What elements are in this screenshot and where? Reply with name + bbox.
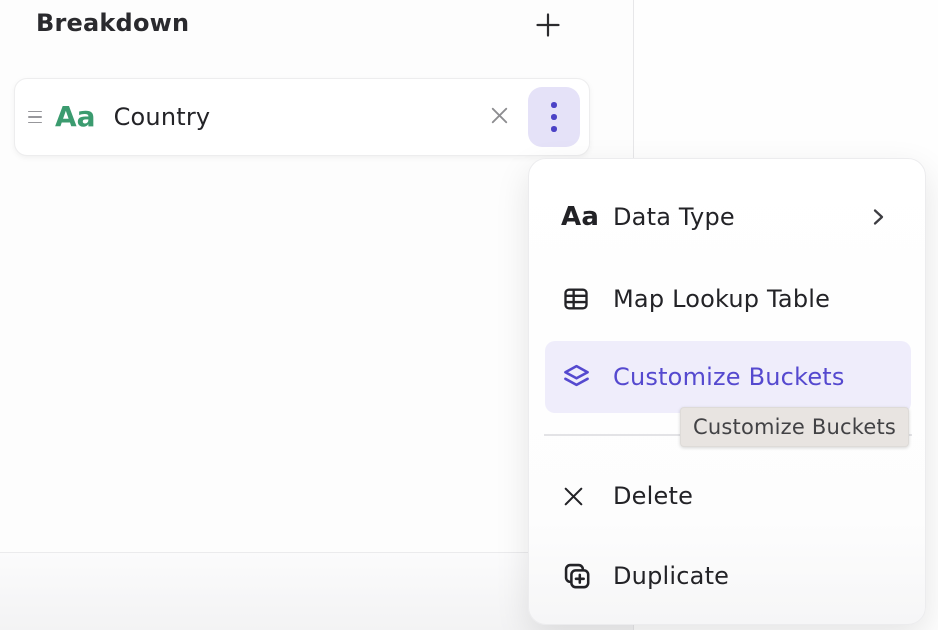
page-title: Breakdown [36, 9, 189, 37]
menu-item-data-type[interactable]: Aa Data Type [545, 191, 911, 243]
chevron-right-icon [872, 206, 885, 228]
add-breakdown-button[interactable] [531, 9, 565, 43]
menu-item-duplicate[interactable]: Duplicate [545, 550, 911, 602]
tooltip: Customize Buckets [680, 407, 909, 447]
menu-item-map-lookup-table[interactable]: Map Lookup Table [545, 273, 911, 325]
app-root: Breakdown Aa Country Aa [0, 0, 938, 630]
field-menu-button[interactable] [528, 87, 580, 147]
menu-item-customize-buckets[interactable]: Customize Buckets [545, 341, 911, 413]
text-type-icon: Aa [561, 204, 595, 230]
field-name: Country [114, 103, 211, 131]
text-type-icon: Aa [55, 103, 96, 131]
tooltip-text: Customize Buckets [693, 415, 896, 439]
close-icon [486, 102, 513, 132]
remove-field-button[interactable] [486, 102, 513, 132]
drag-handle-icon[interactable] [28, 111, 42, 124]
field-context-menu: Aa Data Type Map Lookup Table [528, 158, 926, 625]
breakdown-field-row[interactable]: Aa Country [14, 78, 590, 156]
x-icon [561, 484, 595, 509]
plus-icon [534, 11, 562, 42]
menu-item-delete[interactable]: Delete [545, 470, 911, 522]
copy-plus-icon [561, 560, 595, 592]
table-icon [561, 285, 595, 313]
stack-icon [561, 360, 595, 394]
